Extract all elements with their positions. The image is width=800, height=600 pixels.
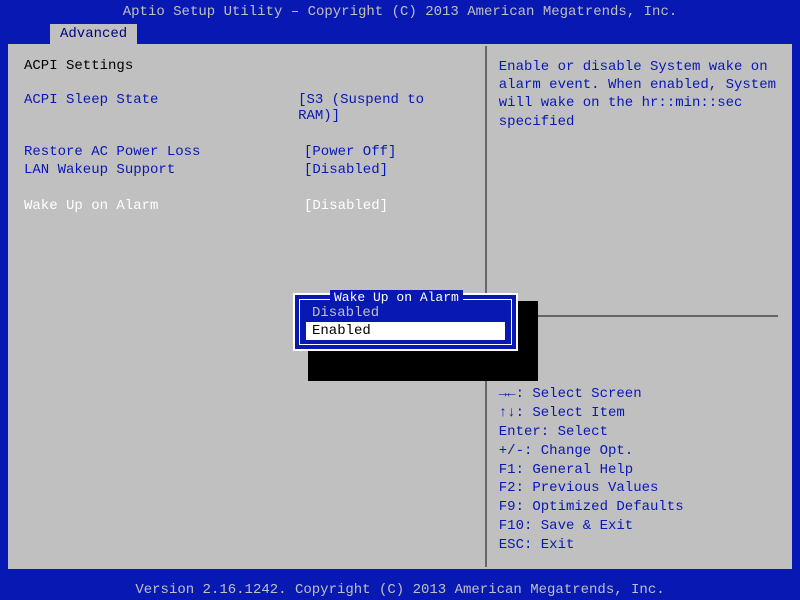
setting-value: [Disabled]	[304, 162, 388, 178]
popup-inner: Wake Up on Alarm Disabled Enabled	[299, 299, 512, 345]
key-f9: F9: Optimized Defaults	[499, 498, 778, 517]
header-title: Aptio Setup Utility – Copyright (C) 2013…	[123, 4, 678, 20]
setting-lan-wakeup-support[interactable]: LAN Wakeup Support [Disabled]	[24, 162, 471, 178]
key-select-item: ↑↓: Select Item	[499, 404, 778, 423]
key-enter: Enter: Select	[499, 423, 778, 442]
spacer	[24, 180, 471, 198]
help-divider	[499, 315, 778, 317]
key-f2: F2: Previous Values	[499, 479, 778, 498]
section-title: ACPI Settings	[24, 58, 471, 74]
popup-option-disabled[interactable]: Disabled	[306, 304, 505, 322]
setting-value: [Disabled]	[304, 198, 388, 214]
help-top: Enable or disable System wake on alarm e…	[499, 58, 778, 305]
bios-footer: Version 2.16.1242. Copyright (C) 2013 Am…	[0, 578, 800, 600]
setting-wake-up-on-alarm[interactable]: Wake Up on Alarm [Disabled]	[24, 198, 471, 214]
key-change-opt: +/-: Change Opt.	[499, 442, 778, 461]
option-popup: Wake Up on Alarm Disabled Enabled	[293, 293, 518, 351]
setting-label: Restore AC Power Loss	[24, 144, 304, 160]
setting-value: [S3 (Suspend to RAM)]	[298, 92, 471, 124]
popup-option-enabled[interactable]: Enabled	[306, 322, 505, 340]
setting-label: Wake Up on Alarm	[24, 198, 304, 214]
key-f10: F10: Save & Exit	[499, 517, 778, 536]
setting-value: [Power Off]	[304, 144, 396, 160]
key-select-screen: →←: Select Screen	[499, 385, 778, 404]
bios-header: Aptio Setup Utility – Copyright (C) 2013…	[0, 0, 800, 24]
main-content: ACPI Settings ACPI Sleep State [S3 (Susp…	[8, 44, 792, 569]
setting-acpi-sleep-state[interactable]: ACPI Sleep State [S3 (Suspend to RAM)]	[24, 92, 471, 124]
popup-title: Wake Up on Alarm	[330, 290, 463, 305]
tab-advanced[interactable]: Advanced	[50, 24, 137, 44]
spacer	[24, 126, 471, 144]
key-f1: F1: General Help	[499, 461, 778, 480]
setting-label: LAN Wakeup Support	[24, 162, 304, 178]
setting-label: ACPI Sleep State	[24, 92, 298, 124]
tab-bar: Advanced	[0, 24, 800, 44]
key-esc: ESC: Exit	[499, 536, 778, 555]
setting-restore-ac-power-loss[interactable]: Restore AC Power Loss [Power Off]	[24, 144, 471, 160]
help-keys: →←: Select Screen ↑↓: Select Item Enter:…	[499, 385, 778, 555]
footer-text: Version 2.16.1242. Copyright (C) 2013 Am…	[135, 582, 664, 598]
help-text: Enable or disable System wake on alarm e…	[499, 58, 778, 131]
settings-panel: ACPI Settings ACPI Sleep State [S3 (Susp…	[10, 46, 487, 567]
